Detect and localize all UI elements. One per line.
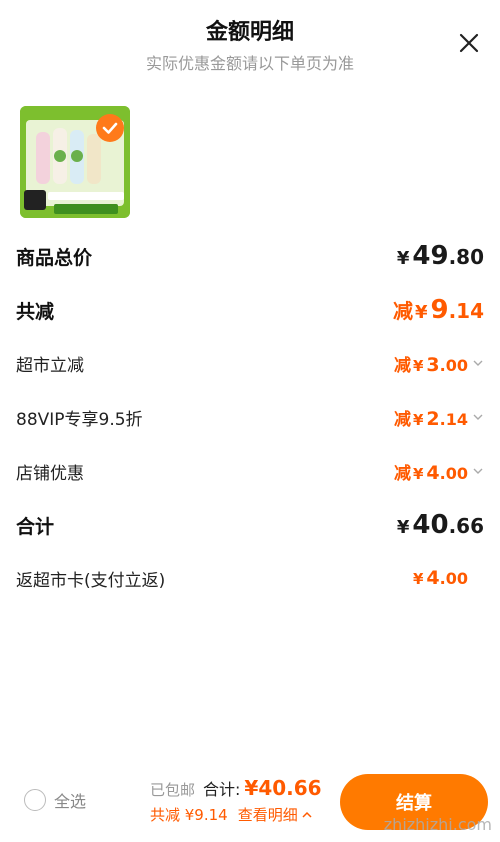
select-all-label: 全选: [54, 792, 87, 811]
page-title: 金额明细: [205, 20, 294, 45]
amount-integer: 2: [426, 407, 440, 430]
total-label: 合计:: [203, 780, 241, 799]
chevron-down-icon: [473, 468, 483, 474]
currency-symbol: ¥: [414, 302, 428, 323]
row-total: 合计 ¥ 40 .66: [16, 505, 484, 545]
currency-symbol: ¥: [396, 248, 410, 269]
footer-savings-line: 共减 ¥9.14 查看明细: [150, 804, 313, 825]
amount-decimal: .14: [439, 409, 468, 429]
row-amount: ¥ 4 .00: [413, 567, 468, 589]
radio-circle-icon[interactable]: [24, 789, 46, 811]
row-amount: 减 ¥ 3 .00: [394, 351, 484, 376]
row-label: 88VIP专享9.5折: [16, 409, 143, 430]
view-details-link[interactable]: 查看明细: [238, 804, 313, 825]
amount-decimal: .00: [439, 463, 468, 483]
row-amount: 减 ¥ 2 .14: [394, 405, 484, 430]
chevron-up-icon: [302, 811, 312, 818]
row-cashback: 返超市卡(支付立返) ¥ 4 .00: [16, 558, 484, 598]
close-button[interactable]: [452, 26, 486, 60]
amount-integer: 4: [426, 567, 440, 589]
view-details-label: 查看明细: [237, 806, 298, 824]
row-amount: 减 ¥ 9 .14: [393, 295, 484, 325]
discount-prefix: 减: [393, 355, 411, 376]
sheet-header: 金额明细 实际优惠金额请以下单页为准: [0, 0, 500, 90]
row-amount: 减 ¥ 4 .00: [394, 459, 484, 484]
currency-symbol: ¥: [412, 356, 424, 375]
row-label: 共减: [16, 300, 55, 323]
select-all-toggle[interactable]: 全选: [24, 788, 86, 812]
close-icon: [459, 33, 479, 53]
amount-decimal: .66: [448, 514, 484, 538]
savings-text: 共减 ¥9.14: [150, 806, 228, 824]
row-supermarket-discount[interactable]: 超市立减 减 ¥ 3 .00: [16, 343, 484, 383]
currency-symbol: ¥: [412, 410, 424, 429]
amount-decimal: .14: [448, 299, 484, 323]
shipping-badge: 已包邮: [150, 781, 196, 799]
amount-integer: 9: [430, 295, 449, 325]
watermark: zhizhizhi.com: [383, 815, 492, 834]
currency-symbol: ¥: [396, 517, 410, 538]
amount-integer: 4: [426, 461, 440, 484]
row-label: 合计: [16, 515, 55, 538]
row-label: 商品总价: [16, 246, 93, 269]
discount-prefix: 减: [392, 299, 413, 323]
check-icon: [102, 122, 118, 134]
amount-integer: 40: [412, 510, 449, 540]
chevron-down-icon: [473, 414, 483, 420]
amount-integer: 49: [412, 241, 449, 271]
selected-check[interactable]: [96, 114, 124, 142]
discount-prefix: 减: [393, 409, 411, 430]
discount-prefix: 减: [393, 463, 411, 484]
amount-decimal: .00: [439, 355, 468, 375]
currency-symbol: ¥: [412, 570, 424, 588]
amount-integer: 3: [426, 353, 440, 376]
row-amount: ¥ 40 .66: [397, 510, 484, 540]
row-subtotal: 商品总价 ¥ 49 .80: [16, 236, 484, 276]
page-subtitle: 实际优惠金额请以下单页为准: [145, 54, 354, 73]
row-vip-discount[interactable]: 88VIP专享9.5折 减 ¥ 2 .14: [16, 397, 484, 437]
footer-total-line: 已包邮 合计: ¥40.66: [150, 776, 322, 800]
row-amount: ¥ 49 .80: [397, 241, 484, 271]
row-store-discount[interactable]: 店铺优惠 减 ¥ 4 .00: [16, 451, 484, 491]
row-discount-total: 共减 减 ¥ 9 .14: [16, 290, 484, 330]
row-label: 店铺优惠: [16, 463, 84, 484]
amount-decimal: .80: [448, 245, 484, 269]
chevron-down-icon: [473, 360, 483, 366]
amount-decimal: .00: [439, 569, 468, 588]
product-thumbnail[interactable]: [20, 106, 130, 218]
row-label: 返超市卡(支付立返): [16, 570, 166, 591]
total-value: ¥40.66: [244, 776, 322, 800]
row-label: 超市立减: [16, 355, 84, 376]
currency-symbol: ¥: [412, 464, 424, 483]
